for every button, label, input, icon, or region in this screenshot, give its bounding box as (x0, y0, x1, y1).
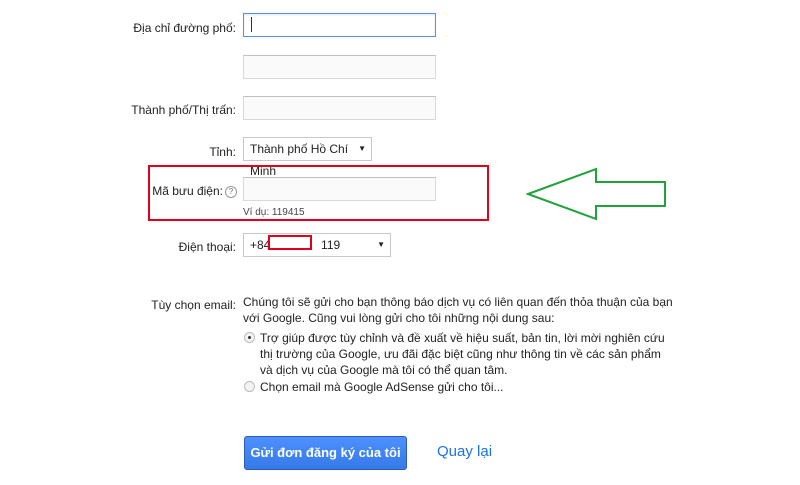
email-intro-text: Chúng tôi sẽ gửi cho bạn thông báo dịch … (243, 295, 673, 325)
red-highlight-box (148, 165, 489, 221)
province-label: Tỉnh: (209, 145, 236, 159)
back-link[interactable]: Quay lại (437, 443, 492, 460)
option1-radio[interactable] (244, 332, 255, 343)
dropdown-arrow-icon: ▼ (377, 240, 385, 249)
option2-radio[interactable] (244, 381, 255, 392)
submit-button[interactable]: Gửi đơn đăng ký của tôi (244, 436, 407, 470)
city-input[interactable] (243, 96, 436, 120)
street-address-label: Địa chỉ đường phố: (133, 21, 236, 35)
province-select[interactable]: Thành phố Hồ Chí Minh ▼ (243, 137, 372, 178)
city-label: Thành phố/Thị trấn: (131, 103, 236, 117)
option2-label[interactable]: Chọn email mà Google AdSense gửi cho tôi… (260, 379, 675, 395)
dropdown-arrow-icon: ▼ (358, 144, 366, 153)
phone-label: Điện thoại: (178, 240, 236, 254)
option1-label[interactable]: Trợ giúp được tùy chỉnh và đề xuất về hi… (260, 330, 675, 378)
text-caret (251, 17, 252, 32)
redaction-box (268, 235, 312, 250)
street-address-line2-input[interactable] (243, 55, 436, 79)
street-address-input[interactable] (243, 13, 436, 37)
email-options-label: Tùy chọn email: (151, 298, 236, 312)
green-arrow-icon (526, 167, 666, 221)
phone-input[interactable]: +84 119 ▼ (243, 233, 391, 257)
phone-suffix: 119 (321, 238, 341, 252)
